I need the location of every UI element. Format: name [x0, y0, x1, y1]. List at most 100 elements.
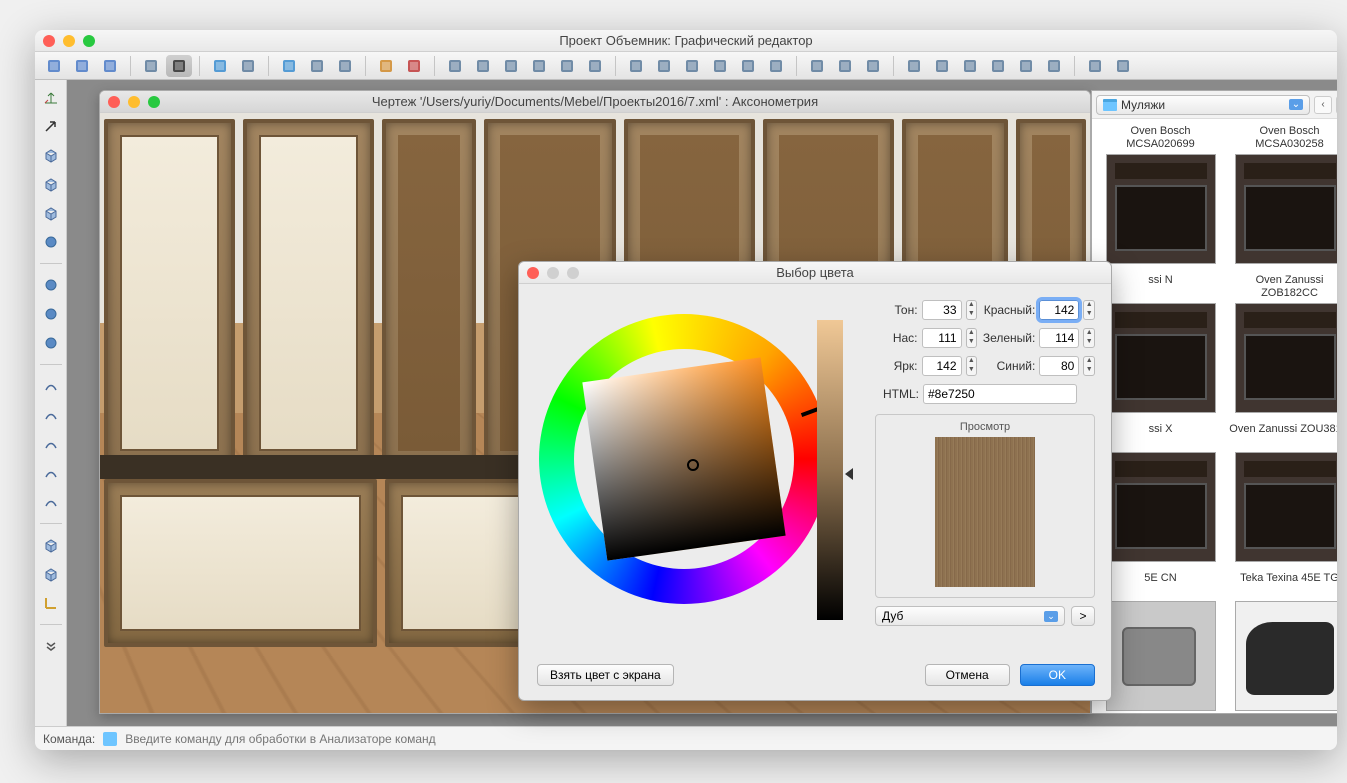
brush-button[interactable] — [679, 55, 705, 77]
red-input[interactable] — [1039, 300, 1079, 320]
value-marker-icon[interactable] — [845, 468, 853, 480]
minimize-icon[interactable] — [63, 35, 75, 47]
catalog-item[interactable]: Oven Bosch MCSA030258 — [1225, 123, 1337, 272]
dot-tool[interactable] — [39, 303, 63, 325]
align-c-button[interactable] — [957, 55, 983, 77]
val-stepper[interactable]: ▲▼ — [966, 356, 978, 376]
close-icon[interactable] — [108, 96, 120, 108]
save-button[interactable] — [276, 55, 302, 77]
drawing-titlebar[interactable]: Чертеж '/Users/yuriy/Documents/Mebel/Про… — [100, 91, 1090, 113]
sphere-tool[interactable] — [39, 274, 63, 296]
cal2-button[interactable] — [860, 55, 886, 77]
catalog-item[interactable]: Oven Bosch MCSA020699 — [1096, 123, 1225, 272]
sat-input[interactable] — [922, 328, 962, 348]
wand-button[interactable] — [138, 55, 164, 77]
catalog-nav-back[interactable]: ‹ — [1314, 96, 1332, 114]
cube-teal-button[interactable] — [69, 55, 95, 77]
hue-stepper[interactable]: ▲▼ — [966, 300, 978, 320]
chart-button[interactable] — [707, 55, 733, 77]
ruler-tool[interactable] — [39, 491, 63, 513]
fit-button[interactable] — [498, 55, 524, 77]
close-icon[interactable] — [527, 267, 539, 279]
undo-button[interactable] — [373, 55, 399, 77]
sat-stepper[interactable]: ▲▼ — [966, 328, 978, 348]
green-stepper[interactable]: ▲▼ — [1083, 328, 1095, 348]
page-button[interactable] — [235, 55, 261, 77]
green-input[interactable] — [1039, 328, 1079, 348]
rect-tool[interactable] — [39, 144, 63, 166]
pic-button[interactable] — [763, 55, 789, 77]
camera-button[interactable] — [166, 55, 192, 77]
minimize-icon[interactable] — [128, 96, 140, 108]
red-stepper[interactable]: ▲▼ — [1083, 300, 1095, 320]
arc-tool[interactable] — [39, 404, 63, 426]
redo-button[interactable] — [401, 55, 427, 77]
curve-tool[interactable] — [39, 433, 63, 455]
main-titlebar[interactable]: Проект Объемник: Графический редактор — [35, 30, 1337, 52]
cube-orange-button[interactable] — [97, 55, 123, 77]
ok-button[interactable]: OK — [1020, 664, 1095, 686]
cyl-tool[interactable] — [39, 231, 63, 253]
zoom-icon[interactable] — [148, 96, 160, 108]
prism-tool[interactable] — [39, 202, 63, 224]
hand-button[interactable] — [623, 55, 649, 77]
blue-stepper[interactable]: ▲▼ — [1083, 356, 1095, 376]
eyedropper-button[interactable]: Взять цвет с экрана — [537, 664, 674, 686]
value-slider[interactable] — [817, 320, 843, 620]
3d-button[interactable] — [832, 55, 858, 77]
union-button[interactable] — [901, 55, 927, 77]
val-input[interactable] — [922, 356, 962, 376]
align-r-button[interactable] — [985, 55, 1011, 77]
axis-tool[interactable] — [39, 86, 63, 108]
box3d-tool[interactable] — [39, 173, 63, 195]
pan-h-button[interactable] — [554, 55, 580, 77]
line-tool[interactable] — [39, 375, 63, 397]
save2-button[interactable] — [1110, 55, 1136, 77]
preset-next-button[interactable]: > — [1071, 606, 1095, 626]
floppy-button[interactable] — [304, 55, 330, 77]
catalog-folder-select[interactable]: Муляжи ⌄ — [1096, 95, 1310, 115]
catalog-item[interactable]: ssi N — [1096, 272, 1225, 421]
grid4-button[interactable] — [442, 55, 468, 77]
arrow-tool[interactable] — [39, 115, 63, 137]
catalog-item[interactable]: ssi X — [1096, 421, 1225, 570]
hue-input[interactable] — [922, 300, 962, 320]
distribute-button[interactable] — [1041, 55, 1067, 77]
close-icon[interactable] — [43, 35, 55, 47]
torus-tool[interactable] — [39, 332, 63, 354]
zoom-button[interactable] — [526, 55, 552, 77]
refresh-button[interactable] — [1082, 55, 1108, 77]
pan-button[interactable] — [582, 55, 608, 77]
cube-blue-button[interactable] — [41, 55, 67, 77]
sv-marker-icon[interactable] — [687, 459, 699, 471]
rect2-tool[interactable] — [39, 534, 63, 556]
user-button[interactable] — [804, 55, 830, 77]
catalog-item[interactable]: 5E CN — [1096, 570, 1225, 713]
color-wheel-area[interactable] — [539, 314, 849, 624]
zoom-icon[interactable] — [83, 35, 95, 47]
catalog-grid[interactable]: Oven Bosch MCSA020699Oven Bosch MCSA0302… — [1092, 119, 1337, 713]
command-input[interactable] — [125, 732, 1329, 746]
group-button[interactable] — [1013, 55, 1039, 77]
calendar-button[interactable] — [735, 55, 761, 77]
catalog-item[interactable]: Teka Texina 45E TG — [1225, 570, 1337, 713]
print-button[interactable] — [332, 55, 358, 77]
catalog-nav-fwd[interactable]: › — [1336, 96, 1337, 114]
dialog-titlebar[interactable]: Выбор цвета — [519, 262, 1111, 284]
cancel-button[interactable]: Отмена — [925, 664, 1010, 686]
catalog-panel: Муляжи ⌄ ‹ › Oven Bosch MCSA020699Oven B… — [1091, 90, 1337, 714]
spline-tool[interactable] — [39, 462, 63, 484]
preset-select[interactable]: Дуб ⌄ — [875, 606, 1065, 626]
align-l-button[interactable] — [929, 55, 955, 77]
play-button[interactable] — [207, 55, 233, 77]
rect3-tool[interactable] — [39, 563, 63, 585]
catalog-item[interactable]: Oven Zanussi ZOB182CC — [1225, 272, 1337, 421]
sv-square[interactable] — [582, 357, 785, 560]
html-input[interactable] — [923, 384, 1077, 404]
angle-tool[interactable] — [39, 592, 63, 614]
box-button[interactable] — [651, 55, 677, 77]
catalog-item[interactable]: Oven Zanussi ZOU381N — [1225, 421, 1337, 570]
windows-button[interactable] — [470, 55, 496, 77]
chev-tool[interactable] — [39, 635, 63, 657]
blue-input[interactable] — [1039, 356, 1079, 376]
